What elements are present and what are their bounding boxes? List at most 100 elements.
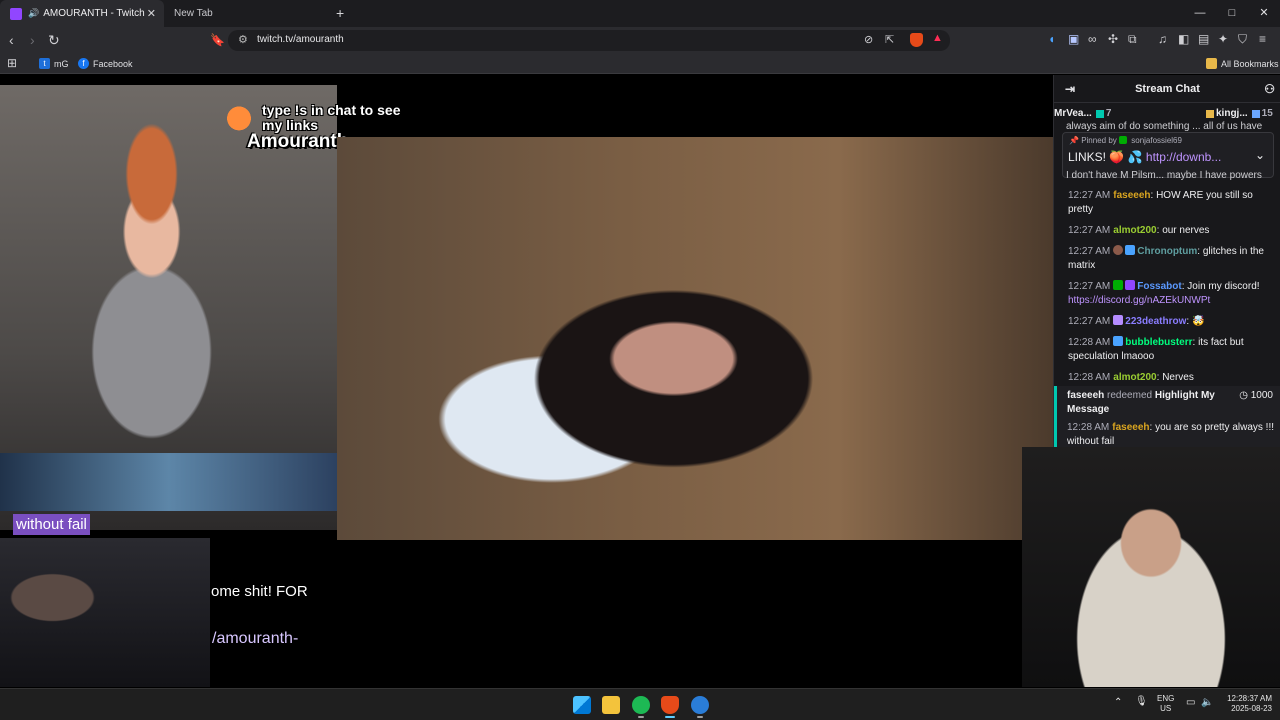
wallet-icon[interactable]: ▤ <box>1198 32 1209 46</box>
maximize-button[interactable]: □ <box>1216 0 1248 27</box>
input-language[interactable]: ENG US <box>1157 694 1174 714</box>
chevron-down-icon[interactable]: ⌄ <box>1255 148 1265 162</box>
chat-message[interactable]: 12:28 AM faseeeh: you are so pretty alway… <box>1067 421 1277 447</box>
no-translate-icon[interactable]: ⊘ <box>864 33 873 46</box>
close-window-button[interactable]: ✕ <box>1248 0 1280 27</box>
back-icon[interactable]: ‹ <box>9 31 14 49</box>
extension-glasses-icon[interactable]: ∞ <box>1088 32 1097 46</box>
message-user[interactable]: Fossabot <box>1137 281 1181 292</box>
tab-twitch[interactable]: 🔊 AMOURANTH - Twitch ✕ <box>0 0 164 27</box>
redeem-verb: redeemed <box>1107 390 1153 401</box>
chat-message[interactable]: 12:27 AM Fossabot: Join my discord! https:… <box>1068 280 1274 308</box>
chat-messages: 12:27 AM faseeeh: HOW ARE you still so pr… <box>1068 189 1274 392</box>
tab-new-tab[interactable]: New Tab <box>166 0 326 27</box>
folder-icon <box>1206 58 1217 69</box>
overlay-links-text: type !s in chat to see my links <box>262 102 401 133</box>
spotify-icon[interactable] <box>632 696 650 714</box>
bookmark-label: Facebook <box>93 58 133 69</box>
chat-message[interactable]: 12:27 AM almot200: our nerves <box>1068 224 1274 238</box>
message-time: 12:28 AM <box>1068 337 1111 348</box>
channel-points-icon: ◷ <box>1239 390 1251 401</box>
bookmark-mg[interactable]: t mG <box>39 58 69 69</box>
bookmark-facebook[interactable]: f Facebook <box>78 58 133 69</box>
network-icon[interactable]: ▭ <box>1186 697 1195 708</box>
moderator-badge-icon <box>1113 280 1124 290</box>
reward-cost-value: 1000 <box>1250 390 1273 401</box>
minimize-button[interactable]: — <box>1184 0 1216 27</box>
message-user[interactable]: almot200 <box>1113 225 1156 236</box>
gifter-name: MrVea... <box>1054 108 1092 119</box>
reward-cost: ◷ 1000 <box>1239 390 1273 401</box>
url-text[interactable]: twitch.tv/amouranth <box>257 34 344 45</box>
chat-message[interactable]: 12:27 AM faseeeh: HOW ARE you still so pr… <box>1068 189 1274 217</box>
redeemer-name[interactable]: faseeeh <box>1067 390 1104 401</box>
start-menu-icon[interactable] <box>573 696 591 714</box>
vpn-icon[interactable]: ⛉ <box>1238 32 1247 47</box>
chat-message[interactable]: 12:28 AM bubblebusterr: its fact but spec… <box>1068 336 1274 364</box>
site-info-icon[interactable]: ⚙ <box>238 33 248 46</box>
audio-playing-icon[interactable]: 🔊 <box>28 8 39 19</box>
app-icon[interactable] <box>691 696 709 714</box>
message-user[interactable]: faseeeh <box>1113 190 1150 201</box>
active-indicator <box>665 716 675 718</box>
message-user[interactable]: Chronoptum <box>1137 246 1197 257</box>
tab-title: New Tab <box>174 8 213 19</box>
chat-message[interactable]: 12:27 AM 223deathrow: 🤯 <box>1068 315 1274 329</box>
bookmarks-bar: ⊞ t mG f Facebook All Bookmarks <box>0 54 1280 74</box>
tab-strip: 🔊 AMOURANTH - Twitch ✕ New Tab + — □ ✕ <box>0 0 1280 27</box>
menu-icon[interactable]: ≡ <box>1259 32 1266 46</box>
all-bookmarks-folder[interactable]: All Bookmarks <box>1206 58 1279 69</box>
message-user[interactable]: faseeeh <box>1112 422 1149 433</box>
system-clock[interactable]: 12:28:37 AM 2025-08-23 <box>1222 694 1272 714</box>
message-user[interactable]: bubblebusterr <box>1125 337 1192 348</box>
reload-icon[interactable]: ↻ <box>48 31 60 49</box>
message-user[interactable]: almot200 <box>1113 372 1156 383</box>
gifter-entry[interactable]: kingj... 15 <box>1202 108 1273 119</box>
webcam-feed <box>1022 447 1280 687</box>
gifter-entry[interactable]: MrVea... 7 <box>1054 108 1111 119</box>
crown-icon <box>1206 109 1214 118</box>
sidebar-icon[interactable]: ◧ <box>1178 32 1189 46</box>
leo-ai-icon[interactable]: ✦ <box>1218 32 1228 46</box>
extensions-puzzle-icon[interactable]: ✣ <box>1108 32 1118 46</box>
microphone-icon[interactable]: 🎙 <box>1135 696 1148 707</box>
message-link[interactable]: https://discord.gg/nAZEkUNWPt <box>1068 295 1210 306</box>
extension-audio-icon[interactable]: ◖ <box>1048 32 1055 46</box>
highlighted-redemption[interactable]: faseeeh redeemed Highlight My Message ◷ … <box>1054 386 1280 447</box>
message-text: Join my discord! <box>1187 281 1260 292</box>
close-tab-icon[interactable]: ✕ <box>147 7 156 20</box>
tab-title: AMOURANTH - Twitch <box>43 8 145 19</box>
apps-grid-icon[interactable]: ⊞ <box>7 56 17 70</box>
brave-shields-icon[interactable] <box>910 33 923 47</box>
running-indicator <box>697 716 703 718</box>
chat-message[interactable]: 12:28 AM almot200: Nerves <box>1068 371 1274 385</box>
moderator-badge-icon <box>1119 136 1128 144</box>
brave-rewards-icon[interactable]: ▲ <box>932 32 943 44</box>
subscriber-badge-icon <box>1113 336 1124 346</box>
collapse-chat-icon[interactable]: ⇥ <box>1065 82 1075 96</box>
extension-square-icon[interactable]: ▣ <box>1068 32 1079 46</box>
message-user[interactable]: 223deathrow <box>1125 316 1186 327</box>
forward-icon[interactable]: › <box>30 31 35 49</box>
address-bar[interactable]: ⚙ twitch.tv/amouranth ⊘ ⇱ ▲ <box>228 30 950 51</box>
pinned-link[interactable]: http://downb... <box>1146 150 1221 164</box>
gift-count: 7 <box>1105 108 1112 119</box>
bookmark-icon[interactable]: 🔖 <box>210 31 225 49</box>
show-hidden-icons-icon[interactable]: ⌃ <box>1114 697 1122 708</box>
share-icon[interactable]: ⇱ <box>885 33 894 46</box>
chat-message[interactable]: 12:27 AM Chronoptum: glitches in the matr… <box>1068 245 1274 273</box>
secondary-camera-feed <box>0 538 210 687</box>
new-tab-button[interactable]: + <box>336 5 344 21</box>
screenshot-icon[interactable]: ⧉ <box>1128 32 1137 47</box>
pinned-body: LINKS! 🍑 💦 http://downb... <box>1068 150 1221 164</box>
verified-badge-icon <box>1125 280 1136 290</box>
volume-icon[interactable]: 🔈 <box>1201 697 1213 708</box>
file-explorer-icon[interactable] <box>602 696 620 714</box>
gifter-name: kingj... <box>1216 108 1248 119</box>
brave-browser-icon[interactable] <box>661 696 679 714</box>
chat-title: Stream Chat <box>1135 82 1200 95</box>
media-icon[interactable]: ♫ <box>1158 32 1167 46</box>
stream-video[interactable]: type !s in chat to see my links Amourant… <box>0 75 1280 687</box>
community-icon[interactable]: ⚇ <box>1264 82 1275 96</box>
chat-message-cut: I don't have M Pilsm... maybe I have pow… <box>1066 170 1262 181</box>
